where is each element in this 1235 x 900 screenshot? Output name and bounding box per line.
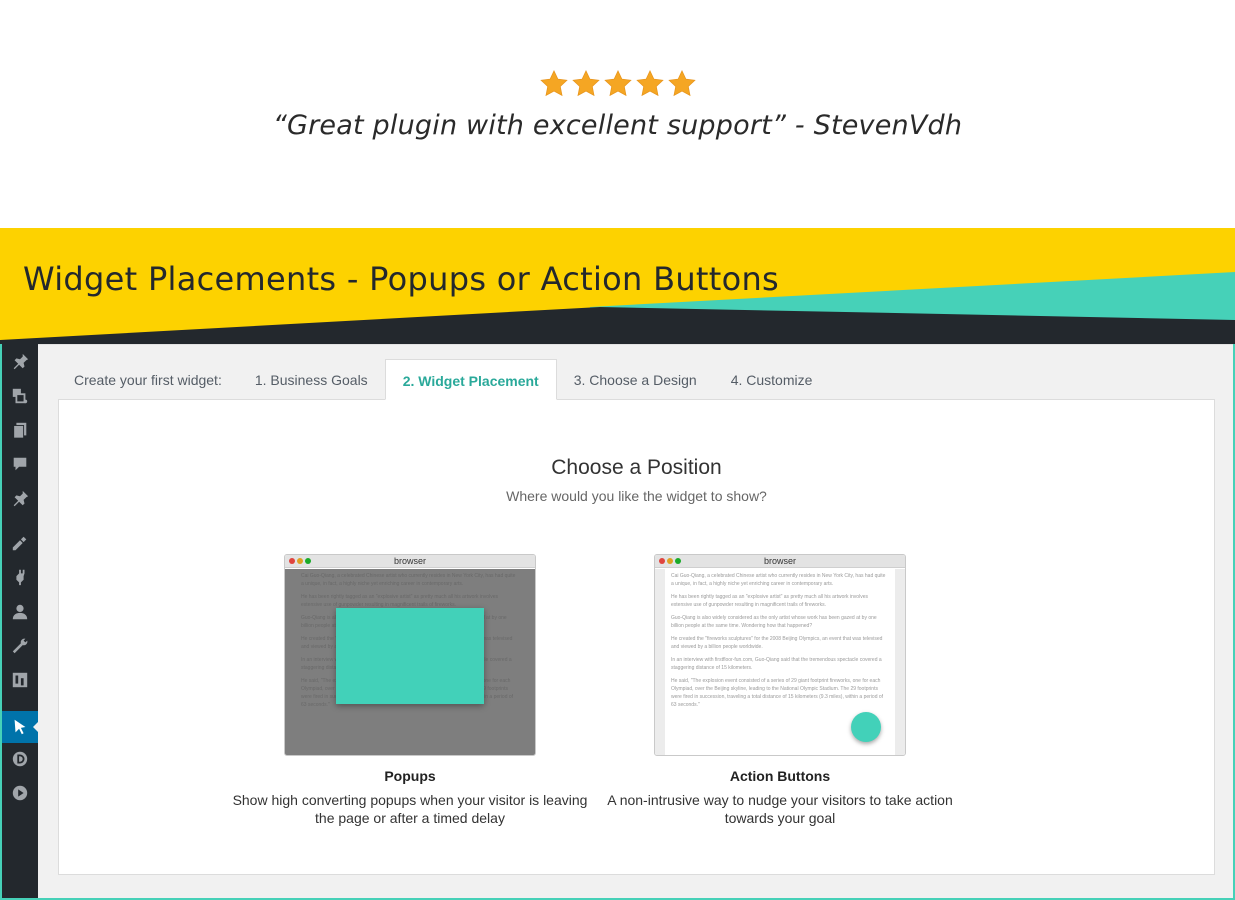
sidebar-item-comments[interactable] — [2, 449, 38, 479]
popup-box — [336, 608, 484, 704]
play-icon — [12, 785, 28, 801]
page-gutter — [655, 569, 665, 755]
admin-content: Create your first widget: 1. Business Go… — [38, 344, 1233, 898]
banner-title: Widget Placements - Popups or Action But… — [23, 260, 780, 298]
browser-bar: browser — [285, 555, 535, 568]
users-icon — [12, 604, 28, 620]
admin-screenshot: Create your first widget: 1. Business Go… — [0, 344, 1235, 900]
sidebar-item-d[interactable] — [2, 744, 38, 774]
option-title: Popups — [384, 768, 436, 784]
wizard-intro: Create your first widget: — [74, 372, 222, 388]
panel-title: Choose a Position — [551, 456, 722, 479]
pointer-icon — [14, 719, 26, 735]
placement-panel: Choose a Position Where would you like t… — [58, 399, 1215, 875]
star-icon — [539, 69, 568, 97]
star-icon — [667, 69, 696, 97]
option-popups[interactable]: browser Cai Guo-Qiang, a celebrated Chin… — [230, 554, 590, 827]
browser-label: browser — [393, 556, 426, 566]
mock-paragraph: In an interview with firstfloor-fun.com,… — [671, 657, 882, 671]
pin-icon — [13, 490, 29, 507]
star-icon — [571, 69, 600, 97]
sidebar-item-tools[interactable] — [2, 631, 38, 661]
sidebar-item-play[interactable] — [2, 778, 38, 808]
mock-paragraph: He created the "fireworks sculptures" fo… — [671, 636, 883, 650]
wizard-tabs: Create your first widget: 1. Business Go… — [58, 359, 829, 400]
option-description: A non-intrusive way to nudge your visito… — [607, 792, 953, 826]
admin-sidebar — [2, 344, 39, 898]
sidebar-item-settings[interactable] — [2, 665, 38, 695]
popup-preview: browser Cai Guo-Qiang, a celebrated Chin… — [284, 554, 536, 756]
tab-widget-placement[interactable]: 2. Widget Placement — [384, 359, 557, 400]
rating-stars — [0, 68, 1235, 100]
pin-icon — [13, 353, 29, 370]
sidebar-item-pin[interactable] — [2, 484, 38, 514]
testimonial-quote: “Great plugin with excellent support” - … — [272, 110, 963, 141]
mock-paragraph: He has been rightly tagged as an "explos… — [671, 594, 868, 608]
star-icon — [635, 69, 664, 97]
browser-label: browser — [763, 556, 796, 566]
option-title: Action Buttons — [729, 768, 831, 784]
option-action-buttons[interactable]: browser Cai Guo-Qiang, a celebrated Chin… — [600, 554, 960, 827]
section-banner: Widget Placements - Popups or Action But… — [0, 228, 1235, 346]
action-button-preview: browser Cai Guo-Qiang, a celebrated Chin… — [654, 554, 906, 756]
tools-icon — [12, 638, 28, 654]
browser-bar: browser — [655, 555, 905, 568]
tab-choose-design[interactable]: 3. Choose a Design — [557, 359, 714, 400]
settings-icon — [12, 672, 28, 688]
tab-customize[interactable]: 4. Customize — [714, 359, 830, 400]
floating-action-button — [851, 712, 881, 742]
star-icon — [603, 69, 632, 97]
pages-icon — [13, 422, 27, 439]
appearance-icon — [12, 536, 27, 551]
mock-paragraph: He said, "The explosion event consisted … — [671, 678, 884, 708]
page-gutter — [895, 569, 905, 755]
panel-subtitle: Where would you like the widget to show? — [506, 488, 767, 504]
plugins-icon — [16, 569, 25, 586]
tab-business-goals[interactable]: 1. Business Goals — [238, 359, 385, 400]
sidebar-item-pages[interactable] — [2, 415, 38, 445]
mock-paragraph: Cai Guo-Qiang, a celebrated Chinese arti… — [671, 573, 886, 587]
mock-paragraph: Guo-Qiang is also widely considered as t… — [671, 615, 877, 629]
d-icon — [12, 751, 28, 767]
sidebar-item-media[interactable] — [2, 381, 38, 411]
sidebar-item-widget[interactable] — [2, 711, 39, 743]
comments-icon — [13, 457, 27, 471]
sidebar-item-appearance[interactable] — [2, 528, 38, 558]
sidebar-item-plugins[interactable] — [2, 562, 38, 592]
option-description: Show high converting popups when your vi… — [232, 792, 588, 826]
media-icon — [12, 388, 28, 404]
sidebar-item-posts[interactable] — [2, 347, 38, 377]
sidebar-item-users[interactable] — [2, 597, 38, 627]
